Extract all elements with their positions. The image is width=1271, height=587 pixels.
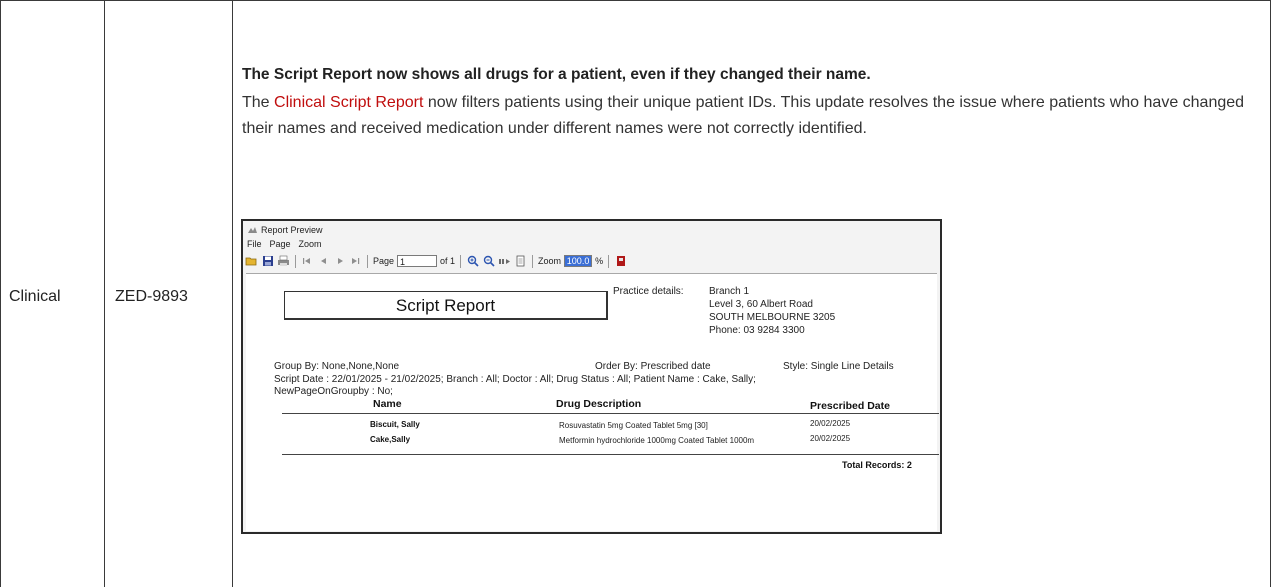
- zoom-in-icon[interactable]: [466, 255, 479, 268]
- row-drug: Metformin hydrochloride 1000mg Coated Ta…: [559, 436, 755, 445]
- menu-page[interactable]: Page: [270, 239, 291, 249]
- close-preview-icon[interactable]: [614, 255, 627, 268]
- column-divider: [232, 0, 233, 587]
- menu-bar: File Page Zoom: [247, 239, 322, 249]
- zoom-input[interactable]: 100.0: [564, 255, 593, 267]
- report-preview-window: Report Preview File Page Zoom Page 1 of …: [241, 219, 942, 534]
- total-records: Total Records: 2: [842, 460, 912, 470]
- practice-line: Level 3, 60 Albert Road: [709, 299, 813, 310]
- column-header-prescribed-date: Prescribed Date: [810, 400, 890, 412]
- zoom-out-icon[interactable]: [482, 255, 495, 268]
- toolbar-separator: [295, 254, 296, 268]
- row-name: Biscuit, Sally: [370, 420, 420, 429]
- description-prefix: The: [242, 94, 275, 111]
- column-header-drug-description: Drug Description: [556, 398, 642, 410]
- app-icon: [247, 226, 258, 235]
- percent-label: %: [595, 256, 604, 266]
- page-number-input[interactable]: 1: [397, 255, 438, 267]
- toolbar-separator: [460, 254, 462, 268]
- row-date: 20/02/2025: [810, 434, 851, 443]
- print-icon[interactable]: [277, 255, 290, 268]
- page-label: Page: [373, 256, 395, 266]
- zoom-label: Zoom: [538, 256, 562, 266]
- row-name: Cake,Sally: [370, 435, 411, 444]
- column-divider: [104, 0, 105, 587]
- row-date: 20/02/2025: [810, 419, 851, 428]
- first-page-icon[interactable]: [301, 255, 314, 268]
- category-cell: Clinical: [9, 288, 61, 305]
- menu-zoom[interactable]: Zoom: [299, 239, 322, 249]
- toolbar: Page 1 of 1 Zoom 100.0 %: [245, 252, 937, 270]
- table-border-top: [0, 0, 1271, 1]
- next-page-icon[interactable]: [333, 255, 346, 268]
- practice-details-label: Practice details:: [613, 286, 684, 297]
- row-drug: Rosuvastatin 5mg Coated Tablet 5mg [30]: [559, 421, 708, 430]
- practice-line: Branch 1: [709, 286, 750, 297]
- report-page: Script Report Practice details: Branch 1…: [246, 273, 939, 531]
- window-title: Report Preview: [261, 225, 323, 235]
- filter-criteria-text: NewPageOnGroupby : No;: [274, 386, 393, 397]
- whole-page-icon[interactable]: [514, 255, 527, 268]
- release-note-heading: The Script Report now shows all drugs fo…: [242, 66, 871, 83]
- last-page-icon[interactable]: [349, 255, 362, 268]
- practice-line: Phone: 03 9284 3300: [709, 325, 805, 336]
- window-titlebar: Report Preview: [247, 225, 323, 235]
- toolbar-separator: [532, 254, 534, 268]
- footer-rule: [282, 454, 939, 455]
- filter-criteria-text: Script Date : 22/01/2025 - 21/02/2025; B…: [274, 374, 756, 385]
- practice-line: SOUTH MELBOURNE 3205: [709, 312, 836, 323]
- group-by-text: Group By: None,None,None: [274, 361, 400, 372]
- release-note-description: The Clinical Script Report now filters p…: [242, 90, 1252, 142]
- report-title: Script Report: [284, 291, 608, 320]
- toolbar-separator: [367, 254, 368, 268]
- previous-page-icon[interactable]: [317, 255, 330, 268]
- header-rule: [282, 413, 939, 414]
- open-folder-icon[interactable]: [245, 255, 258, 268]
- page-width-icon[interactable]: [498, 255, 511, 268]
- column-header-name: Name: [373, 398, 402, 410]
- table-border-left: [0, 0, 1, 587]
- save-icon[interactable]: [261, 255, 274, 268]
- toolbar-separator: [608, 254, 610, 268]
- menu-file[interactable]: File: [247, 239, 262, 249]
- order-by-text: Order By: Prescribed date: [595, 361, 711, 372]
- style-text: Style: Single Line Details: [783, 361, 894, 372]
- page-count-label: of 1: [440, 256, 456, 266]
- ticket-id-cell: ZED-9893: [115, 288, 188, 305]
- clinical-script-report-link[interactable]: Clinical Script Report: [274, 94, 423, 111]
